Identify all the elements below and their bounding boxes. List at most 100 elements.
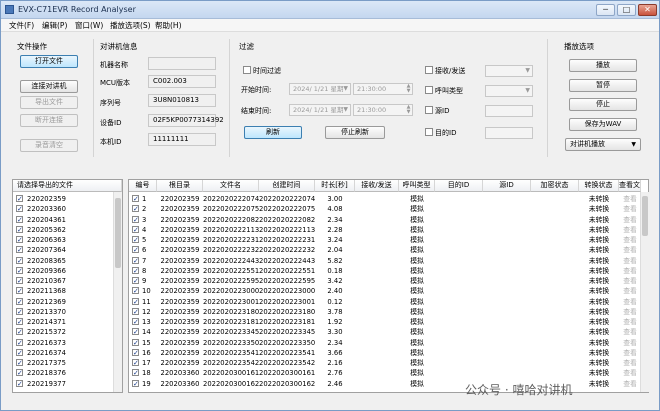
table-row[interactable]: 522020235920220202222314202202022223143.… <box>129 235 639 245</box>
file-list-item[interactable]: 220202359 <box>13 194 113 204</box>
table-scrollbar[interactable] <box>640 192 649 392</box>
file-checkbox[interactable] <box>16 276 23 286</box>
file-list-item[interactable]: 220216373 <box>13 338 113 348</box>
file-list-item[interactable]: 220207364 <box>13 245 113 255</box>
menu-window[interactable]: 窗口(W) <box>75 20 103 31</box>
table-row[interactable]: 1022020235920220202230005202202022300052… <box>129 286 639 296</box>
file-list-item[interactable]: 220206363 <box>13 235 113 245</box>
view-link[interactable]: 查看 <box>619 286 641 296</box>
menu-help[interactable]: 帮助(H) <box>155 20 182 31</box>
save-wav-button[interactable]: 保存为WAV <box>569 118 637 131</box>
view-link[interactable]: 查看 <box>619 215 641 225</box>
file-list-item[interactable]: 220205362 <box>13 225 113 235</box>
file-checkbox[interactable] <box>16 307 23 317</box>
file-list-item[interactable]: 220218376 <box>13 368 113 378</box>
time-filter-checkbox[interactable] <box>243 66 251 74</box>
row-checkbox[interactable] <box>132 379 139 389</box>
file-checkbox[interactable] <box>16 338 23 348</box>
view-link[interactable]: 查看 <box>619 317 641 327</box>
view-link[interactable]: 查看 <box>619 276 641 286</box>
file-list-item[interactable]: 220204361 <box>13 215 113 225</box>
table-row[interactable]: 222020235920220202220754202202022207544.… <box>129 204 639 214</box>
file-checkbox[interactable] <box>16 194 23 204</box>
open-file-button[interactable]: 打开文件 <box>20 55 78 68</box>
row-checkbox[interactable] <box>132 194 139 204</box>
recv-send-select[interactable]: ▼ <box>485 65 533 77</box>
minimize-button[interactable]: ─ <box>596 4 615 16</box>
file-list-item[interactable]: 220209366 <box>13 266 113 276</box>
file-checkbox[interactable] <box>16 286 23 296</box>
view-link[interactable]: 查看 <box>619 379 641 389</box>
file-list-item[interactable]: 220211368 <box>13 286 113 296</box>
view-link[interactable]: 查看 <box>619 266 641 276</box>
file-checkbox[interactable] <box>16 225 23 235</box>
table-row[interactable]: 1322020235920220202231817202202022318171… <box>129 317 639 327</box>
table-row[interactable]: 1122020235920220202230018202202022300180… <box>129 297 639 307</box>
row-checkbox[interactable] <box>132 256 139 266</box>
column-header[interactable]: 编号 <box>129 180 157 192</box>
file-list-item[interactable]: 220215372 <box>13 327 113 337</box>
row-checkbox[interactable] <box>132 235 139 245</box>
table-row[interactable]: 1722020235920220202235424202202022354242… <box>129 358 639 368</box>
column-header[interactable]: 目的ID <box>435 180 483 192</box>
file-list-item[interactable]: 220203360 <box>13 204 113 214</box>
close-button[interactable]: ✕ <box>638 4 657 16</box>
file-list-item[interactable]: 220219377 <box>13 379 113 389</box>
file-checkbox[interactable] <box>16 245 23 255</box>
table-row[interactable]: 722020235920220202224431202202022244315.… <box>129 256 639 266</box>
column-header[interactable]: 时长[秒] <box>315 180 355 192</box>
view-link[interactable]: 查看 <box>619 368 641 378</box>
table-row[interactable]: 322020235920220202220822202202022208222.… <box>129 215 639 225</box>
file-list-item[interactable]: 220214371 <box>13 317 113 327</box>
stop-refresh-button[interactable]: 停止刷新 <box>325 126 385 139</box>
menu-edit[interactable]: 编辑(P) <box>42 20 67 31</box>
row-checkbox[interactable] <box>132 245 139 255</box>
column-header[interactable]: 源ID <box>483 180 531 192</box>
file-checkbox[interactable] <box>16 266 23 276</box>
file-checkbox[interactable] <box>16 358 23 368</box>
end-date-picker[interactable]: 2024/ 1/21 星期 ▼ <box>289 104 351 116</box>
play-button[interactable]: 播放 <box>569 59 637 72</box>
column-header[interactable]: 接收/发送 <box>355 180 399 192</box>
file-checkbox[interactable] <box>16 348 23 358</box>
row-checkbox[interactable] <box>132 225 139 235</box>
menu-file[interactable]: 文件(F) <box>9 20 34 31</box>
file-list-item[interactable]: 220213370 <box>13 307 113 317</box>
row-checkbox[interactable] <box>132 286 139 296</box>
export-file-button[interactable]: 导出文件 <box>20 96 78 109</box>
file-checkbox[interactable] <box>16 379 23 389</box>
file-checkbox[interactable] <box>16 235 23 245</box>
call-type-checkbox[interactable] <box>425 86 433 94</box>
row-checkbox[interactable] <box>132 327 139 337</box>
source-id-input[interactable] <box>485 105 533 117</box>
table-row[interactable]: 1822020336020220203001616202202030016162… <box>129 368 639 378</box>
stop-button[interactable]: 停止 <box>569 98 637 111</box>
table-row[interactable]: 1522020235920220202233504202202022335042… <box>129 338 639 348</box>
view-link[interactable]: 查看 <box>619 194 641 204</box>
table-row[interactable]: 822020235920220202225510202202022255100.… <box>129 266 639 276</box>
row-checkbox[interactable] <box>132 368 139 378</box>
call-type-select[interactable]: ▼ <box>485 85 533 97</box>
column-header[interactable]: 呼叫类型 <box>399 180 435 192</box>
row-checkbox[interactable] <box>132 317 139 327</box>
view-link[interactable]: 查看 <box>619 256 641 266</box>
view-link[interactable]: 查看 <box>619 235 641 245</box>
row-checkbox[interactable] <box>132 204 139 214</box>
view-link[interactable]: 查看 <box>619 307 641 317</box>
scrollbar-thumb[interactable] <box>642 196 648 236</box>
row-checkbox[interactable] <box>132 215 139 225</box>
view-link[interactable]: 查看 <box>619 338 641 348</box>
view-link[interactable]: 查看 <box>619 358 641 368</box>
table-row[interactable]: 922020235920220202225954202202022259543.… <box>129 276 639 286</box>
column-header[interactable]: 文件名 <box>203 180 259 192</box>
table-row[interactable]: 622020235920220202222321202202022223212.… <box>129 245 639 255</box>
playback-mode-select[interactable]: 对讲机播放 ▼ <box>565 138 641 151</box>
clear-recordings-button[interactable]: 录音清空 <box>20 139 78 152</box>
file-list-item[interactable]: 220210367 <box>13 276 113 286</box>
row-checkbox[interactable] <box>132 338 139 348</box>
file-list-item[interactable]: 220216374 <box>13 348 113 358</box>
row-checkbox[interactable] <box>132 297 139 307</box>
target-id-input[interactable] <box>485 127 533 139</box>
disconnect-button[interactable]: 断开连接 <box>20 114 78 127</box>
row-checkbox[interactable] <box>132 348 139 358</box>
